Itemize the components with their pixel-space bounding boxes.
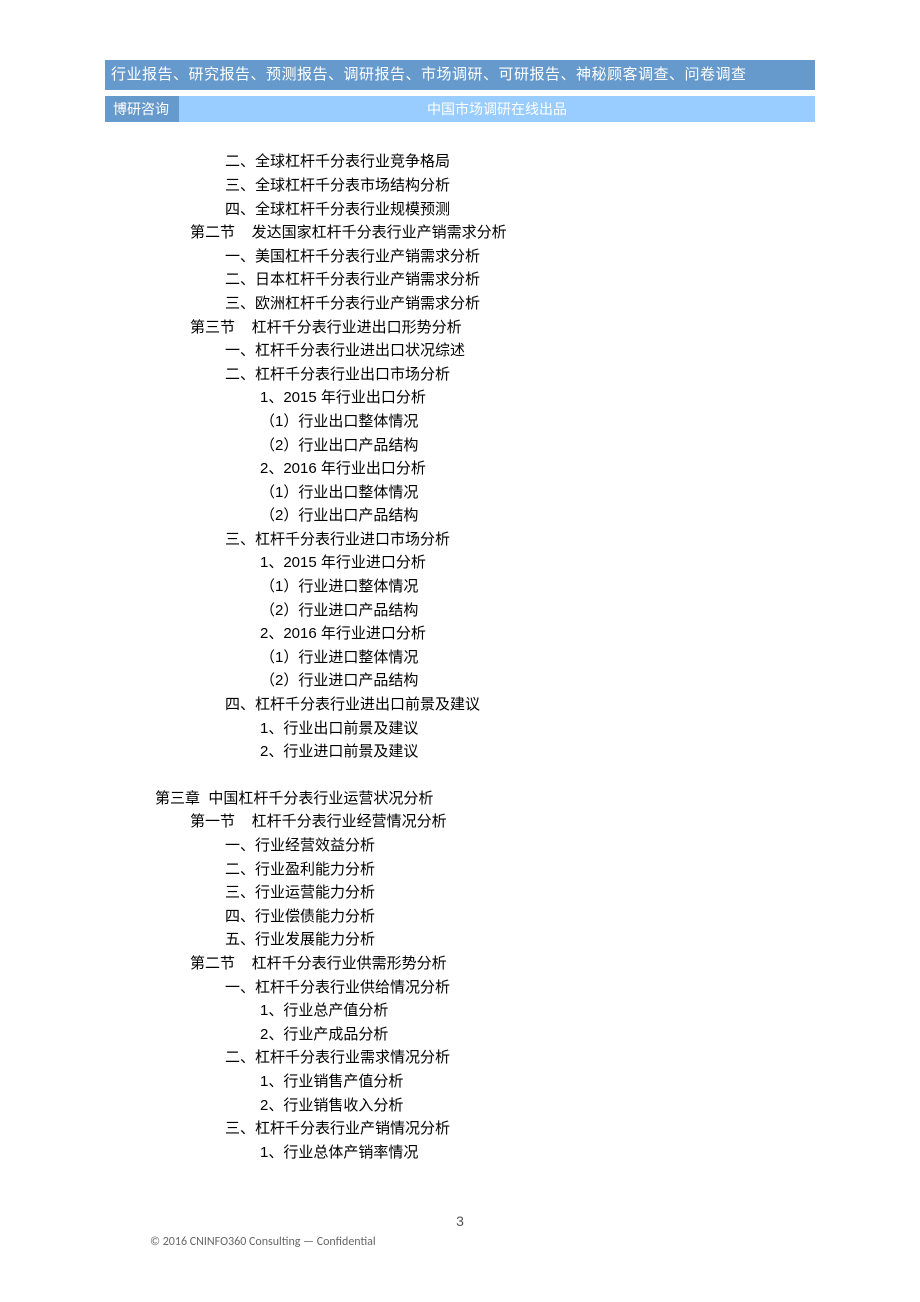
toc-line: 三、全球杠杆千分表市场结构分析 — [105, 174, 815, 198]
toc-line: 二、全球杠杆千分表行业竞争格局 — [105, 150, 815, 174]
footer-copyright: © 2016 CNINFO360 Consulting — Confidenti… — [150, 1233, 376, 1252]
toc-line: 2、行业产成品分析 — [105, 1023, 815, 1047]
toc-line: 1、行业总体产销率情况 — [105, 1141, 815, 1165]
toc-line: （2）行业进口产品结构 — [105, 599, 815, 623]
page-number: 3 — [0, 1210, 920, 1232]
toc-line: 四、杠杆千分表行业进出口前景及建议 — [105, 693, 815, 717]
toc-line: （2）行业出口产品结构 — [105, 504, 815, 528]
toc-line: （2）行业出口产品结构 — [105, 434, 815, 458]
toc-line: （1）行业进口整体情况 — [105, 575, 815, 599]
toc-line: 第三章 中国杠杆千分表行业运营状况分析 — [105, 787, 815, 811]
toc-line: 第一节 杠杆千分表行业经营情况分析 — [105, 810, 815, 834]
toc-line: 二、杠杆千分表行业需求情况分析 — [105, 1046, 815, 1070]
toc-line: 四、全球杠杆千分表行业规模预测 — [105, 198, 815, 222]
toc-line: 三、欧洲杠杆千分表行业产销需求分析 — [105, 292, 815, 316]
toc-line: 三、杠杆千分表行业进口市场分析 — [105, 528, 815, 552]
toc-line: 第二节 杠杆千分表行业供需形势分析 — [105, 952, 815, 976]
toc-line: 五、行业发展能力分析 — [105, 928, 815, 952]
header-sub-right: 中国市场调研在线出品 — [179, 96, 815, 122]
toc-line: 1、2015 年行业出口分析 — [105, 386, 815, 410]
toc-line: 1、行业销售产值分析 — [105, 1070, 815, 1094]
toc-line: （2）行业进口产品结构 — [105, 669, 815, 693]
toc-line: 一、美国杠杆千分表行业产销需求分析 — [105, 245, 815, 269]
toc-line: 三、行业运营能力分析 — [105, 881, 815, 905]
toc-line: 二、日本杠杆千分表行业产销需求分析 — [105, 268, 815, 292]
toc-line: 1、2015 年行业进口分析 — [105, 551, 815, 575]
toc-line: 三、杠杆千分表行业产销情况分析 — [105, 1117, 815, 1141]
toc-line: 第三节 杠杆千分表行业进出口形势分析 — [105, 316, 815, 340]
toc-line: 四、行业偿债能力分析 — [105, 905, 815, 929]
header-sub-left: 博研咨询 — [105, 96, 179, 122]
header-sub-banner: 博研咨询 中国市场调研在线出品 — [105, 96, 815, 122]
header-top-banner: 行业报告、研究报告、预测报告、调研报告、市场调研、可研报告、神秘顾客调查、问卷调… — [105, 60, 815, 90]
toc: 二、全球杠杆千分表行业竞争格局三、全球杠杆千分表市场结构分析四、全球杠杆千分表行… — [105, 150, 815, 1164]
toc-line: 一、行业经营效益分析 — [105, 834, 815, 858]
toc-line: 2、行业进口前景及建议 — [105, 740, 815, 764]
toc-line: 二、行业盈利能力分析 — [105, 858, 815, 882]
toc-line: 2、行业销售收入分析 — [105, 1094, 815, 1118]
toc-line: （1）行业进口整体情况 — [105, 646, 815, 670]
toc-line: 一、杠杆千分表行业供给情况分析 — [105, 976, 815, 1000]
toc-line: 1、行业出口前景及建议 — [105, 717, 815, 741]
toc-line: 一、杠杆千分表行业进出口状况综述 — [105, 339, 815, 363]
toc-line: 第二节 发达国家杠杆千分表行业产销需求分析 — [105, 221, 815, 245]
toc-line: （1）行业出口整体情况 — [105, 410, 815, 434]
toc-line: 2、2016 年行业进口分析 — [105, 622, 815, 646]
toc-line: （1）行业出口整体情况 — [105, 481, 815, 505]
toc-line: 二、杠杆千分表行业出口市场分析 — [105, 363, 815, 387]
toc-line: 1、行业总产值分析 — [105, 999, 815, 1023]
toc-line: 2、2016 年行业出口分析 — [105, 457, 815, 481]
